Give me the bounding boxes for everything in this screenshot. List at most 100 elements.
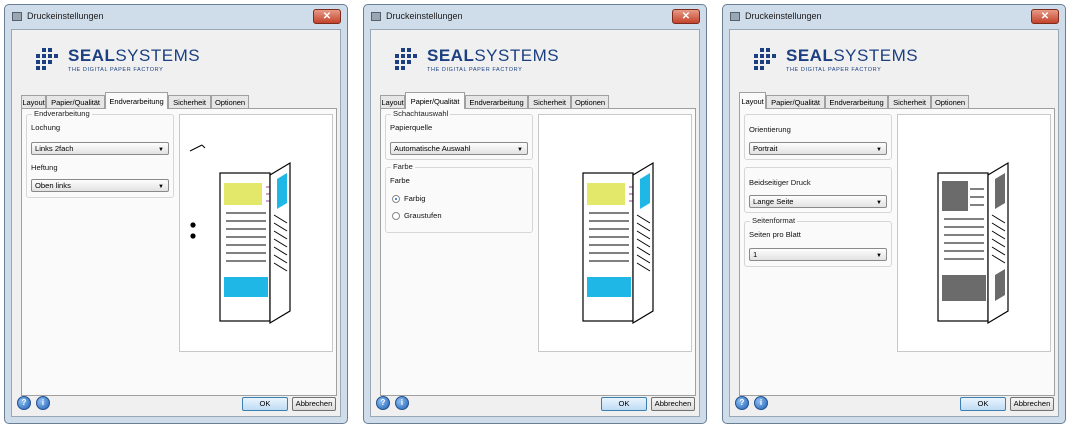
group-schachtauswahl: Schachtauswahl Papierquelle Automatische… <box>385 109 533 160</box>
radio-farbig[interactable] <box>392 195 400 203</box>
print-settings-dialog-paper: Druckeinstellungen ✕ SEALSYSTEMS THE DIG… <box>363 4 707 424</box>
document-preview-image <box>582 161 654 325</box>
radio-farbig-label: Farbig <box>404 194 426 203</box>
logo-tagline: THE DIGITAL PAPER FACTORY <box>68 67 164 73</box>
close-button[interactable]: ✕ <box>313 9 341 24</box>
group-orientierung: Orientierung Portrait ▼ <box>744 114 892 160</box>
tab-endverarbeitung[interactable]: Endverarbeitung <box>465 95 528 108</box>
tab-sicherheit[interactable]: Sicherheit <box>528 95 571 108</box>
logo-tagline: THE DIGITAL PAPER FACTORY <box>427 67 523 73</box>
title-bar[interactable]: Druckeinstellungen ✕ <box>5 5 347 29</box>
group-title: Schachtauswahl <box>391 109 451 118</box>
print-settings-dialog-layout: Druckeinstellungen ✕ SEALSYSTEMS THE DIG… <box>722 4 1066 424</box>
tab-layout[interactable]: Layout <box>739 92 766 109</box>
logo-mark-icon <box>34 46 62 72</box>
papierquelle-value: Automatische Auswahl <box>394 144 471 153</box>
tab-optionen[interactable]: Optionen <box>571 95 609 108</box>
close-button[interactable]: ✕ <box>672 9 700 24</box>
finishing-preview <box>179 114 333 352</box>
chevron-down-icon: ▼ <box>158 147 164 153</box>
paper-preview <box>538 114 692 352</box>
tab-panel-endverarbeitung: Endverarbeitung Lochung Links 2fach ▼ He… <box>21 108 337 396</box>
info-button[interactable]: i <box>754 396 768 410</box>
lochung-label: Lochung <box>31 123 61 132</box>
logo-brand: SEALSYSTEMS <box>68 46 201 65</box>
papierquelle-select[interactable]: Automatische Auswahl ▼ <box>390 142 528 155</box>
tab-panel-layout: Orientierung Portrait ▼ Beidseitiger Dru… <box>739 108 1055 396</box>
tab-layout[interactable]: Layout <box>380 95 405 108</box>
window-title: Druckeinstellungen <box>386 11 463 21</box>
tab-endverarbeitung[interactable]: Endverarbeitung <box>825 95 888 108</box>
sealsystems-logo: SEALSYSTEMS THE DIGITAL PAPER FACTORY <box>393 46 573 82</box>
title-bar[interactable]: Druckeinstellungen ✕ <box>364 5 706 29</box>
orientierung-select[interactable]: Portrait ▼ <box>749 142 887 155</box>
group-endverarbeitung: Endverarbeitung Lochung Links 2fach ▼ He… <box>26 109 174 198</box>
info-button[interactable]: i <box>395 396 409 410</box>
lochung-select[interactable]: Links 2fach ▼ <box>31 142 169 155</box>
layout-preview <box>897 114 1051 352</box>
tab-sicherheit[interactable]: Sicherheit <box>168 95 211 108</box>
logo-mark-icon <box>393 46 421 72</box>
tab-panel-papier-qualitaet: Schachtauswahl Papierquelle Automatische… <box>380 108 696 396</box>
duplex-select[interactable]: Lange Seite ▼ <box>749 195 887 208</box>
printer-icon <box>371 12 381 21</box>
tab-endverarbeitung[interactable]: Endverarbeitung <box>105 92 168 109</box>
logo-tagline: THE DIGITAL PAPER FACTORY <box>786 67 882 73</box>
duplex-label: Beidseitiger Druck <box>749 178 811 187</box>
group-seitenformat: Seitenformat Seiten pro Blatt 1 ▼ <box>744 216 892 267</box>
chevron-down-icon: ▼ <box>876 200 882 206</box>
cancel-button[interactable]: Abbrechen <box>651 397 695 411</box>
dialog-body: SEALSYSTEMS THE DIGITAL PAPER FACTORY La… <box>11 29 341 417</box>
tab-papier-qualitaet[interactable]: Papier/Qualität <box>766 95 825 108</box>
ok-button[interactable]: OK <box>601 397 647 411</box>
tab-optionen[interactable]: Optionen <box>931 95 969 108</box>
heftung-select[interactable]: Oben links ▼ <box>31 179 169 192</box>
ok-button[interactable]: OK <box>242 397 288 411</box>
group-title: Farbe <box>391 162 415 171</box>
orientierung-value: Portrait <box>753 144 778 153</box>
help-button[interactable]: ? <box>17 396 31 410</box>
orientierung-label: Orientierung <box>749 125 791 134</box>
dialog-body: SEALSYSTEMS THE DIGITAL PAPER FACTORY La… <box>370 29 700 417</box>
lochung-value: Links 2fach <box>35 144 74 153</box>
seiten-pro-blatt-label: Seiten pro Blatt <box>749 230 801 239</box>
seiten-pro-blatt-select[interactable]: 1 ▼ <box>749 248 887 261</box>
logo-brand: SEALSYSTEMS <box>427 46 560 65</box>
dialog-body: SEALSYSTEMS THE DIGITAL PAPER FACTORY La… <box>729 29 1059 417</box>
chevron-down-icon: ▼ <box>876 253 882 259</box>
logo-mark-icon <box>752 46 780 72</box>
tab-layout[interactable]: Layout <box>21 95 46 108</box>
tab-papier-qualitaet[interactable]: Papier/Qualität <box>46 95 105 108</box>
window-title: Druckeinstellungen <box>27 11 104 21</box>
logo-brand: SEALSYSTEMS <box>786 46 919 65</box>
help-button[interactable]: ? <box>376 396 390 410</box>
title-bar[interactable]: Druckeinstellungen ✕ <box>723 5 1065 29</box>
chevron-down-icon: ▼ <box>517 147 523 153</box>
duplex-value: Lange Seite <box>753 197 794 206</box>
document-preview-image <box>189 144 291 325</box>
farbe-label: Farbe <box>390 176 410 185</box>
sealsystems-logo: SEALSYSTEMS THE DIGITAL PAPER FACTORY <box>34 46 214 82</box>
tab-papier-qualitaet[interactable]: Papier/Qualität <box>405 92 465 109</box>
document-preview-image <box>937 161 1009 325</box>
printer-icon <box>12 12 22 21</box>
cancel-button[interactable]: Abbrechen <box>292 397 336 411</box>
seiten-pro-blatt-value: 1 <box>753 250 758 259</box>
tab-optionen[interactable]: Optionen <box>211 95 249 108</box>
printer-icon <box>730 12 740 21</box>
tab-sicherheit[interactable]: Sicherheit <box>888 95 931 108</box>
chevron-down-icon: ▼ <box>158 184 164 190</box>
close-button[interactable]: ✕ <box>1031 9 1059 24</box>
ok-button[interactable]: OK <box>960 397 1006 411</box>
sealsystems-logo: SEALSYSTEMS THE DIGITAL PAPER FACTORY <box>752 46 932 82</box>
info-button[interactable]: i <box>36 396 50 410</box>
group-farbe: Farbe Farbe Farbig Graustufen <box>385 162 533 233</box>
chevron-down-icon: ▼ <box>876 147 882 153</box>
heftung-value: Oben links <box>35 181 71 190</box>
print-settings-dialog-finishing: Druckeinstellungen ✕ SEALSYSTEMS THE DIG… <box>4 4 348 424</box>
radio-graustufen[interactable] <box>392 212 400 220</box>
help-button[interactable]: ? <box>735 396 749 410</box>
group-beidseitiger-druck: Beidseitiger Druck Lange Seite ▼ <box>744 167 892 213</box>
group-title: Seitenformat <box>750 216 798 225</box>
cancel-button[interactable]: Abbrechen <box>1010 397 1054 411</box>
